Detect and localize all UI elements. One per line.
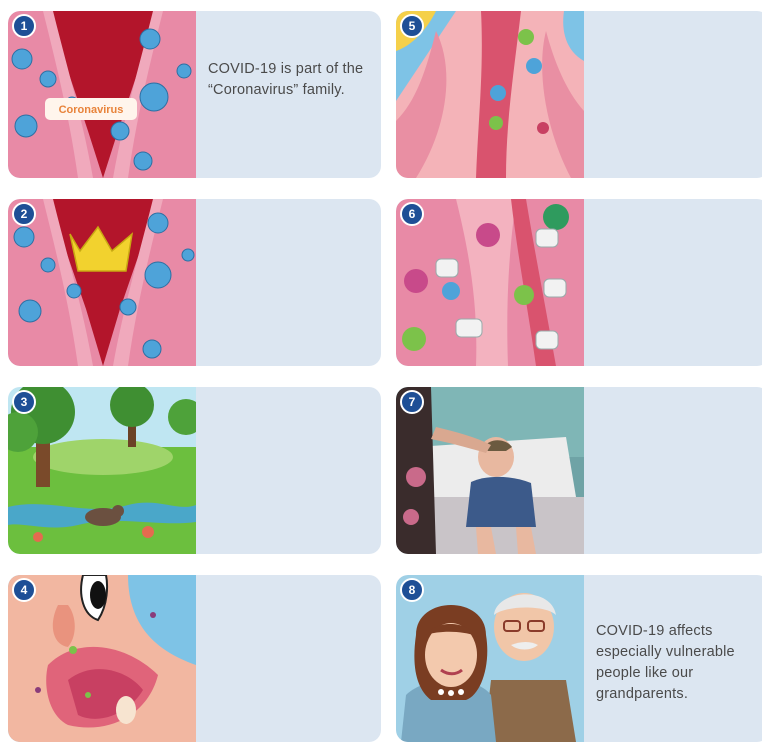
thumbnail-image-7 bbox=[396, 387, 584, 554]
thumbnail-image-2 bbox=[8, 199, 196, 366]
card-7[interactable]: 7 bbox=[396, 387, 762, 554]
card-4[interactable]: 4 bbox=[8, 575, 381, 742]
thumb-label-coronavirus: Coronavirus bbox=[59, 104, 124, 116]
card-1[interactable]: Coronavirus 1 COVID-19 is part of the “C… bbox=[8, 11, 381, 178]
step-badge-1: 1 bbox=[12, 14, 36, 38]
step-badge-7: 7 bbox=[400, 390, 424, 414]
card-3[interactable]: 3 bbox=[8, 387, 381, 554]
card-caption-1: COVID-19 is part of the “Coronavirus” fa… bbox=[208, 61, 364, 98]
thumbnail-image-3 bbox=[8, 387, 196, 554]
thumbnail-image-1: Coronavirus bbox=[8, 11, 196, 178]
thumbnail-image-6 bbox=[396, 199, 584, 366]
step-badge-4: 4 bbox=[12, 578, 36, 602]
step-badge-3: 3 bbox=[12, 390, 36, 414]
card-5[interactable]: 5 bbox=[396, 11, 762, 178]
step-badge-2: 2 bbox=[12, 202, 36, 226]
card-8[interactable]: 8 COVID-19 affects especially vulnerable… bbox=[396, 575, 762, 742]
step-badge-6: 6 bbox=[400, 202, 424, 226]
card-6[interactable]: 6 bbox=[396, 199, 762, 366]
thumbnail-image-8 bbox=[396, 575, 584, 742]
card-caption-8: COVID-19 affects especially vulnerable p… bbox=[596, 623, 735, 702]
step-badge-5: 5 bbox=[400, 14, 424, 38]
step-badge-8: 8 bbox=[400, 578, 424, 602]
card-2[interactable]: 2 bbox=[8, 199, 381, 366]
thumbnail-image-4 bbox=[8, 575, 196, 742]
thumbnail-image-5 bbox=[396, 11, 584, 178]
